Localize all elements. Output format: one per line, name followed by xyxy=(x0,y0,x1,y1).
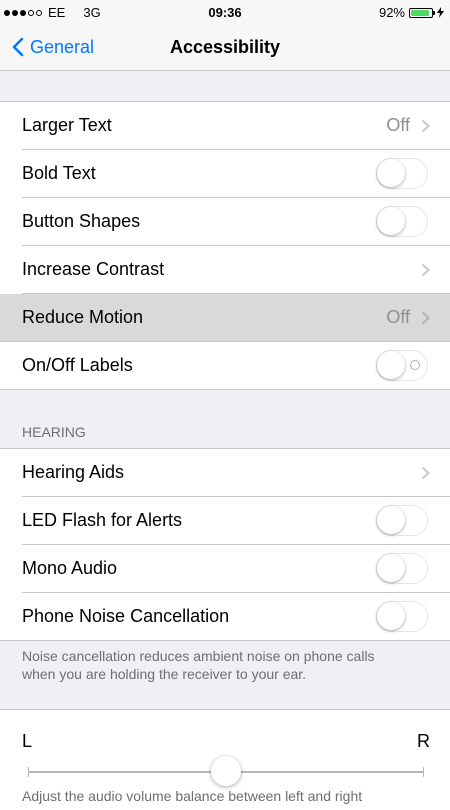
list-item-on-off-labels: On/Off Labels xyxy=(22,342,450,389)
row-label: Larger Text xyxy=(22,115,112,135)
row-value: Off xyxy=(386,115,410,135)
off-label-ring-icon xyxy=(410,360,420,370)
row-label: Phone Noise Cancellation xyxy=(22,606,230,626)
status-bar: EE 3G 09:36 92% xyxy=(0,0,450,24)
row-label: Hearing Aids xyxy=(22,462,125,482)
chevron-right-icon xyxy=(421,263,430,277)
row-label: Mono Audio xyxy=(22,558,118,578)
list-item-phone-noise-cancellation: Phone Noise Cancellation xyxy=(22,593,450,640)
led-flash-toggle[interactable] xyxy=(376,505,428,536)
charging-bolt-icon xyxy=(437,7,444,18)
chevron-right-icon xyxy=(421,311,430,325)
on-off-labels-toggle[interactable] xyxy=(376,350,428,381)
bold-text-toggle[interactable] xyxy=(376,158,428,189)
row-label: LED Flash for Alerts xyxy=(22,510,183,530)
section-header-hearing: HEARING xyxy=(22,424,86,440)
mono-audio-toggle[interactable] xyxy=(376,553,428,584)
balance-slider-thumb[interactable] xyxy=(211,756,241,786)
list-item-mono-audio: Mono Audio xyxy=(22,545,450,593)
row-label: Bold Text xyxy=(22,163,96,183)
list-item-hearing-aids[interactable]: Hearing Aids xyxy=(22,449,450,497)
vision-settings-group: Larger Text Off Bold Text Button Shapes … xyxy=(0,101,450,390)
toggle-knob xyxy=(377,506,405,534)
toggle-knob xyxy=(377,207,405,235)
balance-description: Adjust the audio volume balance between … xyxy=(22,788,363,804)
footer-line: Noise cancellation reduces ambient noise… xyxy=(22,648,375,664)
toggle-knob xyxy=(377,602,405,630)
toggle-knob xyxy=(377,351,405,379)
row-value: Off xyxy=(386,307,410,327)
toggle-knob xyxy=(377,554,405,582)
list-item-increase-contrast[interactable]: Increase Contrast xyxy=(22,246,450,294)
slider-tick-right xyxy=(423,767,424,777)
chevron-right-icon xyxy=(421,466,430,480)
list-item-button-shapes: Button Shapes xyxy=(22,198,450,246)
row-label: On/Off Labels xyxy=(22,355,133,375)
row-label: Button Shapes xyxy=(22,211,141,231)
button-shapes-toggle[interactable] xyxy=(376,206,428,237)
balance-left-label: L xyxy=(22,731,33,751)
battery-fill xyxy=(411,9,430,16)
list-item-larger-text[interactable]: Larger Text Off xyxy=(22,102,450,150)
battery-icon xyxy=(409,7,435,18)
section-footer-noise-cancellation: Noise cancellation reduces ambient noise… xyxy=(22,647,432,683)
navigation-bar: General Accessibility xyxy=(0,24,450,71)
balance-slider-track[interactable] xyxy=(28,756,424,786)
row-label: Increase Contrast xyxy=(22,259,165,279)
toggle-knob xyxy=(377,159,405,187)
noise-cancellation-toggle[interactable] xyxy=(376,601,428,632)
page-title: Accessibility xyxy=(169,37,281,57)
row-label: Reduce Motion xyxy=(22,307,144,327)
list-item-led-flash: LED Flash for Alerts xyxy=(22,497,450,545)
slider-tick-left xyxy=(28,767,29,777)
status-right: 92% xyxy=(379,5,444,20)
chevron-right-icon xyxy=(421,119,430,133)
footer-line: when you are holding the receiver to you… xyxy=(22,666,307,682)
balance-right-label: R xyxy=(417,731,430,751)
list-item-bold-text: Bold Text xyxy=(22,150,450,198)
hearing-settings-group: Hearing Aids LED Flash for Alerts Mono A… xyxy=(0,448,450,641)
list-item-reduce-motion[interactable]: Reduce Motion Off xyxy=(0,294,450,342)
battery-percent: 92% xyxy=(378,5,405,20)
